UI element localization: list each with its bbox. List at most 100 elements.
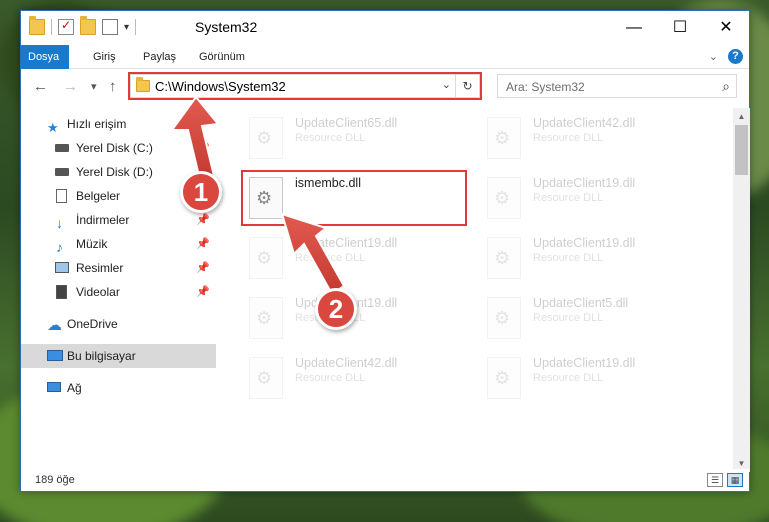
vertical-scrollbar[interactable]: ▲ ▼ (733, 108, 750, 472)
pin-icon: 📌 (196, 262, 210, 274)
file-item[interactable]: UpdateClient19.dll Resource DLL (245, 234, 475, 284)
maximize-button[interactable]: ☐ (657, 11, 703, 44)
file-item[interactable]: UpdateClient19.dll Resource DLL (245, 294, 475, 344)
sidebar-item-label: Ağ (67, 381, 82, 395)
tab-gorunum[interactable]: Görünüm (189, 45, 255, 69)
title-bar: ▾ System32 — ☐ ✕ (21, 11, 749, 44)
cloud-icon: ☁ (47, 317, 62, 334)
dll-file-icon (249, 297, 283, 339)
download-icon: ↓ (56, 215, 63, 231)
sidebar-item-pictures[interactable]: Resimler 📌 (21, 256, 216, 280)
pin-icon: 📌 (196, 238, 210, 250)
status-bar: 189 öğe ☰ ▦ (21, 469, 749, 491)
file-item[interactable]: UpdateClient19.dll Resource DLL (483, 174, 713, 224)
network-icon (47, 382, 61, 392)
ribbon-tabs: Dosya Giriş Paylaş Görünüm ⌄ ? (21, 45, 749, 69)
file-type: Resource DLL (533, 372, 604, 384)
sidebar-item-music[interactable]: ♪ Müzik 📌 (21, 232, 216, 256)
file-type: Resource DLL (295, 132, 366, 144)
explorer-window: ▾ System32 — ☐ ✕ Dosya Giriş Paylaş Görü… (20, 10, 750, 492)
scroll-up-button[interactable]: ▲ (733, 108, 750, 125)
forward-button[interactable]: → (63, 78, 78, 95)
dll-file-icon (487, 177, 521, 219)
up-button[interactable]: ↑ (109, 78, 117, 95)
folder-icon (29, 16, 45, 35)
sidebar-item-label: OneDrive (67, 317, 118, 331)
toolbar-dropdown-icon[interactable]: ▾ (124, 22, 129, 33)
search-input[interactable]: Ara: System32 (506, 80, 585, 94)
videos-icon (56, 285, 67, 299)
file-item[interactable]: UpdateClient19.dll Resource DLL (483, 234, 713, 284)
help-icon[interactable]: ? (728, 49, 743, 64)
customize-toolbar-icon[interactable] (102, 19, 118, 35)
star-icon: ★ (47, 120, 59, 135)
minimize-button[interactable]: — (611, 11, 657, 44)
dll-file-icon (249, 117, 283, 159)
file-type: Resource DLL (533, 132, 604, 144)
file-item[interactable]: UpdateClient19.dll Resource DLL (483, 354, 713, 404)
dll-file-icon (487, 297, 521, 339)
separator (135, 19, 137, 35)
file-type: Resource DLL (533, 252, 604, 264)
music-icon: ♪ (56, 239, 63, 255)
pictures-icon (55, 262, 69, 273)
quick-access-toolbar: ▾ (29, 16, 137, 35)
sidebar-item-this-pc[interactable]: Bu bilgisayar (21, 344, 216, 368)
dll-file-icon (249, 357, 283, 399)
file-name: UpdateClient19.dll (533, 236, 636, 250)
ribbon-controls: ⌄ ? (709, 49, 743, 64)
sidebar-item-label: Hızlı erişim (67, 117, 127, 131)
file-name: UpdateClient65.dll (295, 116, 398, 130)
expand-ribbon-icon[interactable]: ⌄ (709, 50, 718, 63)
recent-locations-button[interactable]: ▾ (91, 80, 97, 93)
sidebar-item-label: Bu bilgisayar (67, 349, 136, 363)
scroll-thumb[interactable] (735, 125, 748, 175)
file-list: UpdateClient65.dll Resource DLL UpdateCl… (217, 108, 733, 464)
sidebar-item-network[interactable]: Ağ (21, 376, 216, 400)
file-type: Resource DLL (533, 312, 604, 324)
sidebar-item-disk-c[interactable]: Yerel Disk (C:) 📌 (21, 136, 216, 160)
view-buttons: ☰ ▦ (707, 473, 743, 487)
details-view-icon[interactable]: ☰ (707, 473, 723, 487)
dll-file-icon (249, 237, 283, 279)
properties-icon[interactable] (58, 18, 74, 35)
sidebar-item-label: Belgeler (76, 189, 121, 203)
dll-file-icon (487, 357, 521, 399)
tab-paylas[interactable]: Paylaş (133, 45, 186, 69)
file-type: Resource DLL (533, 192, 604, 204)
dll-file-icon (487, 237, 521, 279)
pin-icon: 📌 (196, 142, 210, 154)
tab-giris[interactable]: Giriş (83, 45, 126, 69)
file-item[interactable]: UpdateClient42.dll Resource DLL (245, 354, 475, 404)
callout-2: 2 (315, 288, 357, 330)
navigation-bar: ← → ▾ ↑ C:\Windows\System32 ⌄ ↻ Ara: Sys… (21, 70, 749, 104)
window-title: System32 (195, 19, 258, 35)
file-name: UpdateClient42.dll (533, 116, 636, 130)
drive-icon (55, 168, 69, 176)
sidebar-item-label: Videolar (76, 285, 120, 299)
sidebar-item-label: İndirmeler (76, 213, 130, 227)
sidebar-item-videos[interactable]: Videolar 📌 (21, 280, 216, 304)
drive-icon (55, 144, 69, 152)
search-box[interactable]: Ara: System32 ⌕ (497, 74, 737, 98)
file-item[interactable]: UpdateClient42.dll Resource DLL (483, 114, 713, 164)
sidebar-item-quick-access[interactable]: ★ Hızlı erişim (21, 112, 216, 136)
documents-icon (56, 189, 67, 203)
tiles-view-icon[interactable]: ▦ (727, 473, 743, 487)
sidebar-item-label: Müzik (76, 237, 108, 251)
sidebar-item-label: Yerel Disk (C:) (76, 141, 153, 155)
sidebar-item-onedrive[interactable]: ☁ OneDrive (21, 312, 216, 336)
back-button[interactable]: ← (33, 78, 48, 95)
close-button[interactable]: ✕ (703, 11, 749, 44)
dll-file-icon (487, 117, 521, 159)
file-name: UpdateClient42.dll (295, 356, 398, 370)
file-item[interactable]: UpdateClient5.dll Resource DLL (483, 294, 713, 344)
new-folder-icon[interactable] (80, 16, 96, 35)
file-item[interactable]: UpdateClient65.dll Resource DLL (245, 114, 475, 164)
tab-dosya[interactable]: Dosya (21, 45, 69, 69)
address-highlight-box (128, 72, 482, 100)
search-icon[interactable]: ⌕ (722, 78, 730, 95)
sidebar-item-downloads[interactable]: ↓ İndirmeler 📌 (21, 208, 216, 232)
item-count: 189 öğe (35, 474, 75, 486)
computer-icon (47, 350, 63, 361)
